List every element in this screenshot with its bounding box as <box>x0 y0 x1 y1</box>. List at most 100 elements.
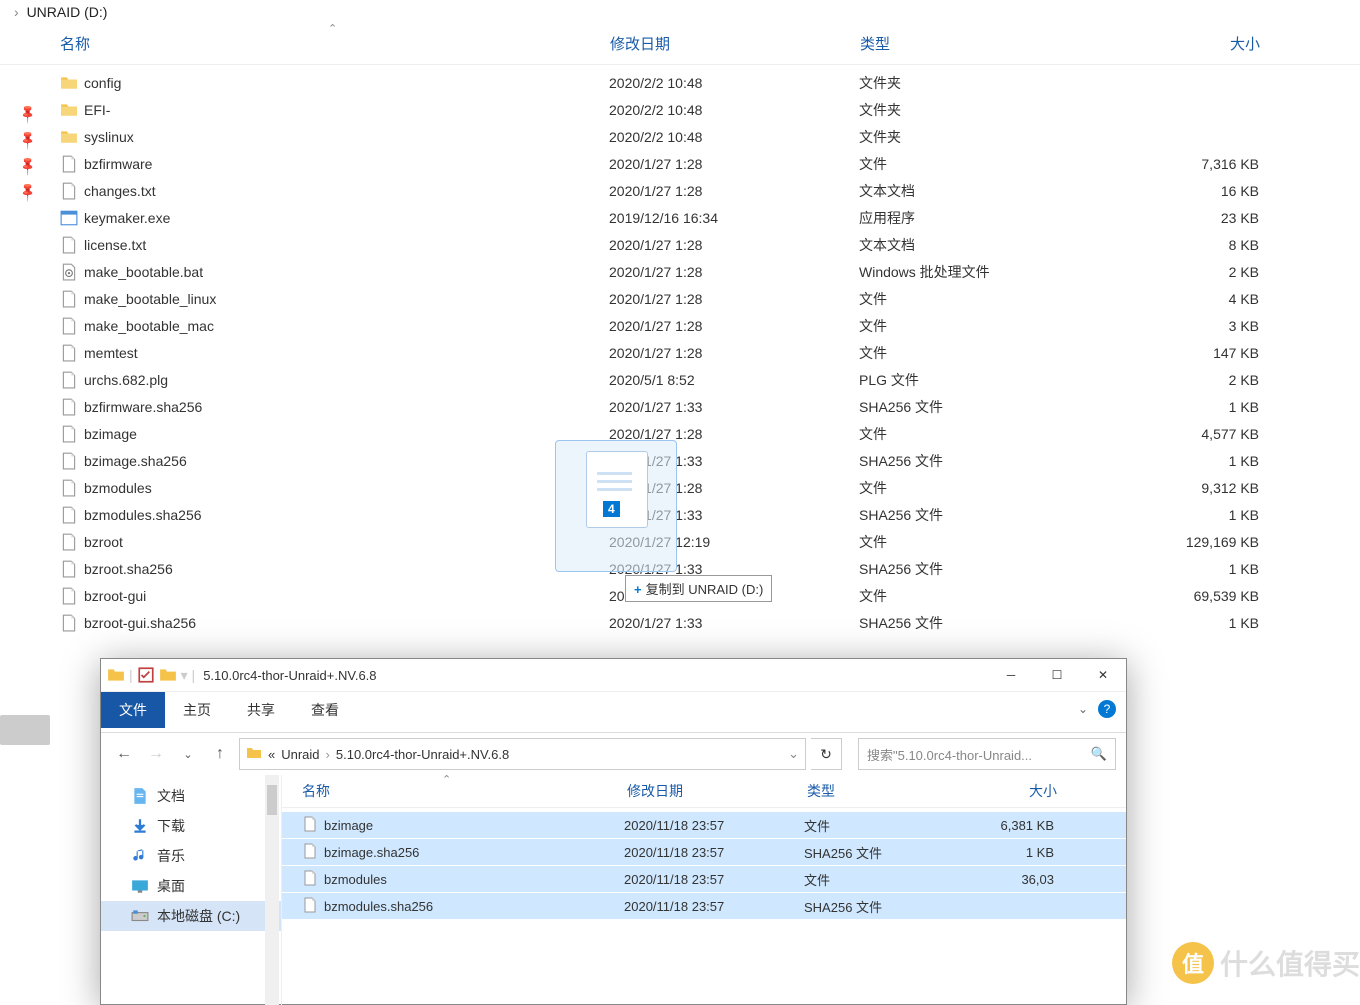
file-icon <box>302 843 318 862</box>
file-date: 2020/11/18 23:57 <box>624 845 804 860</box>
column-header-type[interactable]: 类型 <box>860 33 1110 54</box>
file-type: SHA256 文件 <box>859 505 1109 525</box>
watermark-text: 什么值得买 <box>1220 943 1360 983</box>
file-row[interactable]: bzimage2020/11/18 23:57文件6,381 KB <box>282 812 1126 839</box>
close-button[interactable]: ✕ <box>1080 659 1126 691</box>
checkbox-icon[interactable] <box>137 666 155 684</box>
file-date: 2020/5/1 8:52 <box>609 372 859 388</box>
file-name: urchs.682.plg <box>84 372 609 388</box>
column-header-date[interactable]: 修改日期 <box>627 781 807 801</box>
file-row[interactable]: bzfirmware2020/1/27 1:28文件7,316 KB <box>0 150 1360 177</box>
ribbon-tab-view[interactable]: 查看 <box>293 692 357 728</box>
file-row[interactable]: config2020/2/2 10:48文件夹 <box>0 69 1360 96</box>
watermark: 值 什么值得买 <box>1172 942 1360 984</box>
tree-item[interactable]: 音乐 <box>101 841 281 871</box>
tree-item[interactable]: 文档 <box>101 781 281 811</box>
file-size: 1 KB <box>954 845 1054 860</box>
file-row[interactable]: make_bootable.bat2020/1/27 1:28Windows 批… <box>0 258 1360 285</box>
ribbon-tab-file[interactable]: 文件 <box>101 692 165 728</box>
folder-icon <box>60 74 78 92</box>
down-icon <box>131 817 149 835</box>
file-name: bzroot-gui <box>84 588 609 604</box>
navigation-bar: ← → ⌄ ↑ « Unraid › 5.10.0rc4-thor-Unraid… <box>101 733 1126 775</box>
file-row[interactable]: changes.txt2020/1/27 1:28文本文档16 KB <box>0 177 1360 204</box>
file-name: EFI- <box>84 102 609 118</box>
tree-scrollbar[interactable] <box>265 775 279 1005</box>
file-size: 147 KB <box>1109 345 1259 361</box>
file-row[interactable]: bzmodules.sha2562020/11/18 23:57SHA256 文… <box>282 893 1126 920</box>
file-row[interactable]: make_bootable_mac2020/1/27 1:28文件3 KB <box>0 312 1360 339</box>
watermark-logo-icon: 值 <box>1172 942 1214 984</box>
file-type: 文件 <box>859 532 1109 552</box>
column-header-date[interactable]: 修改日期 <box>610 33 860 54</box>
column-header-type[interactable]: 类型 <box>807 781 957 801</box>
titlebar-divider: ▾ | <box>181 667 196 684</box>
file-date: 2020/1/27 1:28 <box>609 183 859 199</box>
file-row[interactable]: EFI-2020/2/2 10:48文件夹 <box>0 96 1360 123</box>
column-header-size[interactable]: 大小 <box>957 781 1057 801</box>
file-row[interactable]: syslinux2020/2/2 10:48文件夹 <box>0 123 1360 150</box>
file-row[interactable]: license.txt2020/1/27 1:28文本文档8 KB <box>0 231 1360 258</box>
file-type: SHA256 文件 <box>859 451 1109 471</box>
file-row[interactable]: bzroot-gui.sha2562020/1/27 1:33SHA256 文件… <box>0 609 1360 636</box>
file-date: 2020/1/27 1:28 <box>609 237 859 253</box>
column-header-size[interactable]: 大小 <box>1110 33 1260 54</box>
file-icon <box>302 816 318 835</box>
tree-item[interactable]: 下载 <box>101 811 281 841</box>
music-icon <box>131 847 149 865</box>
path-seg-2[interactable]: 5.10.0rc4-thor-Unraid+.NV.6.8 <box>336 747 509 762</box>
sub-file-list[interactable]: bzimage2020/11/18 23:57文件6,381 KBbzimage… <box>282 808 1126 920</box>
file-name: bzmodules.sha256 <box>324 899 624 914</box>
nav-back-button[interactable]: ← <box>111 741 137 767</box>
maximize-button[interactable]: ☐ <box>1034 659 1080 691</box>
file-row[interactable]: make_bootable_linux2020/1/27 1:28文件4 KB <box>0 285 1360 312</box>
tree-item[interactable]: 桌面 <box>101 871 281 901</box>
titlebar[interactable]: | ▾ | 5.10.0rc4-thor-Unraid+.NV.6.8 ─ ☐ … <box>101 659 1126 692</box>
file-row[interactable]: keymaker.exe2019/12/16 16:34应用程序23 KB <box>0 204 1360 231</box>
file-row[interactable]: bzimage2020/1/27 1:28文件4,577 KB <box>0 420 1360 447</box>
file-row[interactable]: bzmodules.sha2562020/1/27 1:33SHA256 文件1… <box>0 501 1360 528</box>
file-content-area: ⌃ 名称 修改日期 类型 大小 bzimage2020/11/18 23:57文… <box>282 775 1126 1005</box>
column-header-name[interactable]: 名称 <box>60 33 610 54</box>
breadcrumb[interactable]: › UNRAID (D:) <box>0 0 1360 25</box>
file-type: 文件夹 <box>859 100 1109 120</box>
file-row[interactable]: urchs.682.plg2020/5/1 8:52PLG 文件2 KB <box>0 366 1360 393</box>
file-row[interactable]: bzfirmware.sha2562020/1/27 1:33SHA256 文件… <box>0 393 1360 420</box>
scrollbar-thumb[interactable] <box>0 715 50 745</box>
file-type: 文件夹 <box>859 127 1109 147</box>
pin-icon: 📌 <box>17 129 40 152</box>
file-row[interactable]: bzmodules2020/11/18 23:57文件36,03 <box>282 866 1126 893</box>
file-date: 2020/1/27 1:28 <box>609 318 859 334</box>
path-seg-1[interactable]: Unraid <box>281 747 319 762</box>
chevron-down-icon[interactable]: ⌄ <box>788 746 799 762</box>
nav-forward-button[interactable]: → <box>143 741 169 767</box>
file-list[interactable]: config2020/2/2 10:48文件夹EFI-2020/2/2 10:4… <box>0 65 1360 636</box>
nav-history-icon[interactable]: ⌄ <box>175 741 201 767</box>
scrollbar-thumb[interactable] <box>267 785 277 815</box>
folder-icon <box>107 666 125 684</box>
file-row[interactable]: memtest2020/1/27 1:28文件147 KB <box>0 339 1360 366</box>
file-row[interactable]: bzimage.sha2562020/1/27 1:33SHA256 文件1 K… <box>0 447 1360 474</box>
breadcrumb-text: UNRAID (D:) <box>27 4 108 20</box>
file-row[interactable]: bzmodules2020/1/27 1:28文件9,312 KB <box>0 474 1360 501</box>
file-icon <box>60 614 78 632</box>
refresh-button[interactable]: ↻ <box>811 738 842 770</box>
minimize-button[interactable]: ─ <box>988 659 1034 691</box>
ribbon-tab-home[interactable]: 主页 <box>165 692 229 728</box>
column-header-name[interactable]: 名称 <box>302 781 627 801</box>
ribbon-expand-icon[interactable]: ⌄ <box>1078 702 1088 716</box>
tree-item[interactable]: 本地磁盘 (C:) <box>101 901 281 931</box>
file-name: bzfirmware <box>84 156 609 172</box>
help-icon[interactable]: ? <box>1098 700 1116 718</box>
file-row[interactable]: bzroot2020/1/27 12:19文件129,169 KB <box>0 528 1360 555</box>
file-name: bzimage.sha256 <box>84 453 609 469</box>
file-type: 文件 <box>859 154 1109 174</box>
ribbon-tab-share[interactable]: 共享 <box>229 692 293 728</box>
navigation-tree[interactable]: 文档下载音乐桌面本地磁盘 (C:) <box>101 775 282 1005</box>
file-type: 文件 <box>804 816 954 835</box>
nav-up-button[interactable]: ↑ <box>207 741 233 767</box>
file-row[interactable]: bzimage.sha2562020/11/18 23:57SHA256 文件1… <box>282 839 1126 866</box>
address-bar[interactable]: « Unraid › 5.10.0rc4-thor-Unraid+.NV.6.8… <box>239 738 806 770</box>
sort-indicator-icon: ⌃ <box>328 22 337 35</box>
search-input[interactable]: 搜索"5.10.0rc4-thor-Unraid... 🔍 <box>858 738 1116 770</box>
